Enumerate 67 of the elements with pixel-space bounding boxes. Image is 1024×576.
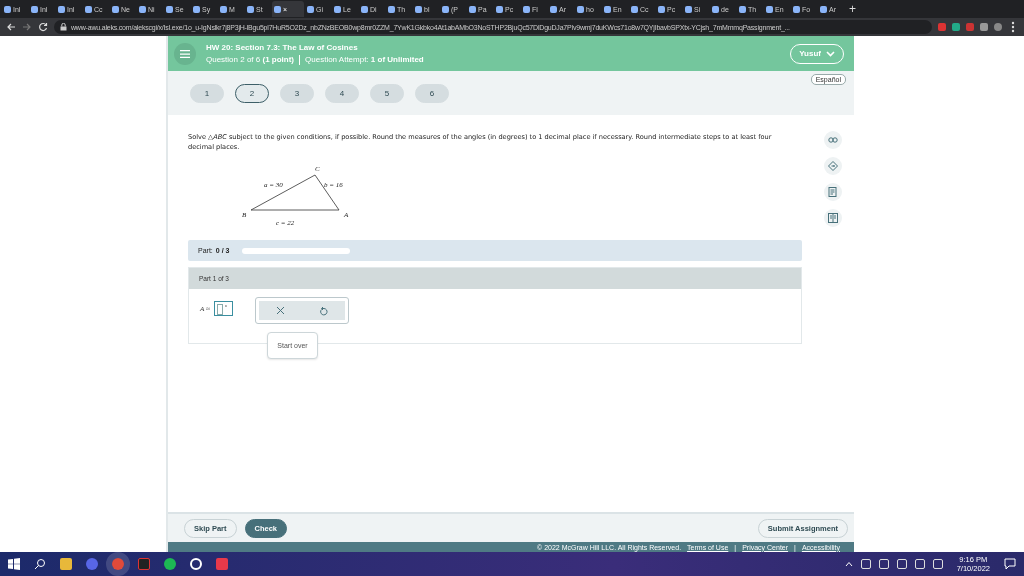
app-icon[interactable] — [138, 558, 150, 570]
close-icon — [276, 306, 285, 315]
undo-icon — [319, 305, 328, 316]
favicon-icon — [496, 5, 503, 13]
question-tab[interactable]: 2 — [235, 83, 269, 103]
favicon-icon — [247, 5, 254, 13]
notification-icon[interactable] — [1004, 558, 1016, 570]
folder-icon[interactable] — [60, 558, 72, 570]
favicon-icon — [469, 5, 476, 13]
favicon-icon — [220, 5, 227, 13]
link-icon — [828, 137, 838, 143]
favicon-icon — [631, 5, 638, 13]
question-tab[interactable]: 4 — [325, 83, 359, 103]
favicon-icon — [739, 5, 746, 13]
search-icon[interactable] — [34, 558, 46, 570]
question-tab[interactable]: 3 — [280, 83, 314, 103]
menu-icon — [180, 48, 190, 59]
book-icon — [828, 213, 838, 223]
windows-logo-icon[interactable] — [8, 558, 20, 570]
attempt-info: Question Attempt: 1 of Unlimited — [305, 55, 424, 64]
avatar-icon[interactable] — [994, 23, 1002, 31]
notes-button[interactable] — [824, 183, 842, 201]
favicon-icon — [31, 5, 38, 13]
favicon-icon — [139, 5, 146, 13]
favicon-icon — [4, 5, 11, 13]
back-icon[interactable] — [6, 22, 16, 32]
favicon-icon — [550, 5, 557, 13]
favicon-icon — [442, 5, 449, 13]
favicon-icon — [361, 5, 368, 13]
new-tab-button[interactable]: + — [845, 2, 860, 16]
favicon-icon — [415, 5, 422, 13]
chevron-down-icon — [826, 50, 835, 57]
favicon-icon — [307, 5, 314, 13]
app-icon[interactable] — [86, 558, 98, 570]
textbook-button[interactable] — [824, 209, 842, 227]
favicon-icon — [523, 5, 530, 13]
document-icon — [828, 187, 838, 197]
link-button[interactable] — [824, 131, 842, 149]
favicon-icon — [388, 5, 395, 13]
favicon-icon — [274, 5, 281, 13]
favicon-icon — [577, 5, 584, 13]
favicon-icon — [793, 5, 800, 13]
reload-icon[interactable] — [38, 22, 48, 32]
chevron-up-icon[interactable] — [844, 561, 853, 567]
favicon-icon — [820, 5, 827, 13]
favicon-icon — [58, 5, 65, 13]
question-tab[interactable]: 6 — [415, 83, 449, 103]
forward-icon[interactable] — [22, 22, 32, 32]
favicon-icon — [112, 5, 119, 13]
favicon-icon — [712, 5, 719, 13]
question-tab[interactable]: 5 — [370, 83, 404, 103]
question-info: Question 2 of 6 (1 point) — [206, 55, 295, 64]
assignment-title: HW 20: Section 7.3: The Law of Cosines — [206, 42, 359, 52]
tray-icon[interactable] — [878, 559, 889, 569]
cursor-box-icon — [216, 304, 223, 315]
favicon-icon — [766, 5, 773, 13]
favicon-icon — [166, 5, 173, 13]
favicon-icon — [334, 5, 341, 13]
diamond-icon — [828, 161, 838, 171]
favicon-icon — [85, 5, 92, 13]
favicon-icon — [604, 5, 611, 13]
question-tab[interactable]: 1 — [190, 83, 224, 103]
lock-icon — [60, 23, 67, 31]
favicon-icon — [685, 5, 692, 13]
tray-icon[interactable] — [860, 559, 871, 569]
favicon-icon — [193, 5, 200, 13]
favicon-icon — [658, 5, 665, 13]
